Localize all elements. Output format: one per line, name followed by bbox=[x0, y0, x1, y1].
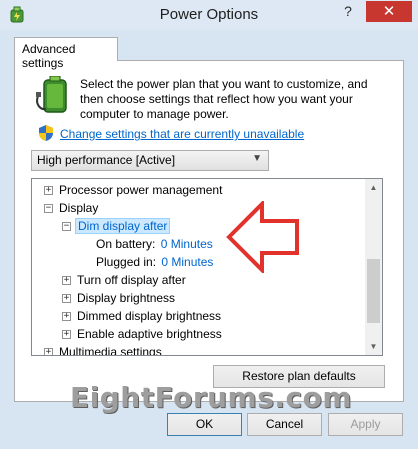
tree-item-label: Display bbox=[59, 201, 99, 215]
expand-icon[interactable]: + bbox=[62, 294, 71, 303]
expand-icon[interactable]: + bbox=[44, 186, 53, 195]
ok-button[interactable]: OK bbox=[167, 413, 242, 436]
tree-item-label: Dimmed display brightness bbox=[77, 309, 222, 323]
uac-shield-icon bbox=[39, 125, 53, 141]
battery-icon bbox=[36, 76, 67, 113]
settings-tree[interactable]: + Processor power management − Display −… bbox=[31, 178, 383, 356]
power-plan-select[interactable]: High performance [Active] ▼ bbox=[31, 150, 269, 171]
setting-plugged-in[interactable]: Plugged in: 0 Minutes bbox=[96, 253, 213, 271]
scroll-down-icon[interactable]: ▼ bbox=[365, 338, 382, 355]
chevron-down-icon: ▼ bbox=[252, 153, 262, 164]
scroll-up-icon[interactable]: ▲ bbox=[365, 179, 382, 196]
tree-item-label: Multimedia settings bbox=[59, 345, 162, 356]
change-settings-link[interactable]: Change settings that are currently unava… bbox=[60, 127, 304, 141]
tree-item-label: Processor power management bbox=[59, 183, 223, 197]
tree-scrollbar[interactable]: ▲ ▼ bbox=[365, 179, 382, 355]
tree-item-label: Dim display after bbox=[75, 218, 171, 234]
tree-item-label: Display brightness bbox=[77, 291, 176, 305]
on-battery-value[interactable]: 0 Minutes bbox=[161, 237, 213, 251]
tree-item-label: Turn off display after bbox=[77, 273, 186, 287]
expand-icon[interactable]: + bbox=[62, 276, 71, 285]
setting-on-battery[interactable]: On battery: 0 Minutes bbox=[96, 235, 213, 253]
close-button[interactable]: ✕ bbox=[366, 1, 412, 22]
expand-icon[interactable]: + bbox=[44, 348, 53, 355]
cancel-button[interactable]: Cancel bbox=[247, 413, 322, 436]
watermark: EightForums.com bbox=[70, 381, 353, 414]
title-bar: Power Options ? ✕ bbox=[0, 0, 418, 30]
on-battery-label: On battery: bbox=[96, 237, 156, 251]
expand-icon[interactable]: + bbox=[62, 330, 71, 339]
collapse-icon[interactable]: − bbox=[44, 204, 53, 213]
intro-text: Select the power plan that you want to c… bbox=[80, 77, 368, 121]
scroll-thumb[interactable] bbox=[367, 259, 380, 323]
red-arrow-annotation bbox=[226, 201, 299, 273]
plugged-in-value[interactable]: 0 Minutes bbox=[161, 255, 213, 269]
collapse-icon[interactable]: − bbox=[62, 222, 71, 231]
plugged-in-label: Plugged in: bbox=[96, 255, 157, 269]
apply-button[interactable]: Apply bbox=[328, 413, 403, 436]
tab-advanced-settings[interactable]: Advanced settings bbox=[14, 37, 118, 70]
expand-icon[interactable]: + bbox=[62, 312, 71, 321]
power-plan-value: High performance [Active] bbox=[37, 153, 176, 167]
help-button[interactable]: ? bbox=[338, 3, 358, 23]
tree-item-label: Enable adaptive brightness bbox=[77, 327, 222, 341]
